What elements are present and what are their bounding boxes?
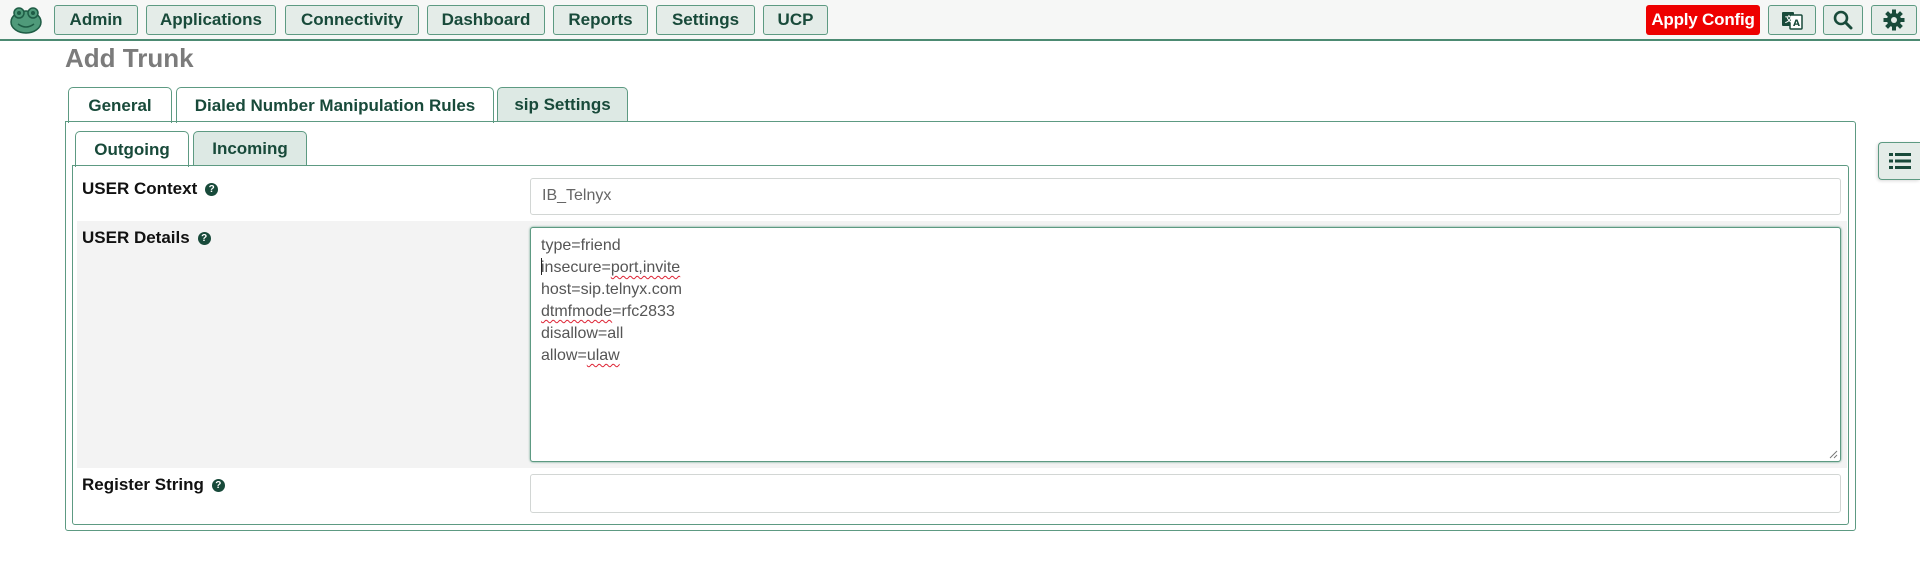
search-button[interactable] — [1823, 5, 1863, 35]
register-string-label: Register String ? — [82, 475, 225, 495]
settings-button[interactable] — [1871, 5, 1917, 35]
resize-grip-icon[interactable] — [1828, 449, 1838, 459]
user-details-textarea[interactable]: type=friend insecure=port,invite host=si… — [530, 227, 1841, 462]
tab-general[interactable]: General — [68, 87, 172, 123]
nav-ucp-button[interactable]: UCP — [763, 5, 828, 35]
side-menu-toggle-button[interactable] — [1878, 142, 1920, 180]
tab-outgoing[interactable]: Outgoing — [75, 131, 189, 167]
insecure-line-text: insecure=port,invite — [541, 259, 681, 276]
language-button[interactable]: 文 A — [1768, 5, 1816, 35]
user-details-line: type=friend — [541, 237, 621, 254]
tab-dialed-number-manipulation-rules[interactable]: Dialed Number Manipulation Rules — [176, 87, 494, 123]
list-icon — [1888, 153, 1911, 169]
user-details-line: allow=ulaw — [541, 347, 620, 364]
user-details-line: host=sip.telnyx.com — [541, 281, 682, 298]
apply-config-button[interactable]: Apply Config — [1646, 5, 1760, 35]
register-string-label-text: Register String — [82, 475, 204, 494]
nav-admin-button[interactable]: Admin — [54, 5, 138, 35]
tab-incoming[interactable]: Incoming — [193, 131, 307, 166]
user-details-label: USER Details ? — [82, 228, 211, 248]
svg-text:A: A — [1793, 19, 1800, 29]
user-context-label: USER Context ? — [82, 179, 219, 199]
top-navbar: Admin Applications Connectivity Dashboar… — [0, 0, 1920, 41]
nav-applications-button[interactable]: Applications — [146, 5, 276, 35]
nav-dashboard-button[interactable]: Dashboard — [427, 5, 545, 35]
translate-icon: 文 A — [1782, 12, 1803, 30]
help-icon[interactable]: ? — [211, 478, 225, 492]
user-details-line: disallow=all — [541, 325, 624, 342]
user-details-label-text: USER Details — [82, 228, 190, 247]
search-icon — [1833, 10, 1853, 30]
help-icon[interactable]: ? — [205, 182, 219, 196]
tab-sip-settings[interactable]: sip Settings — [497, 87, 628, 122]
help-icon[interactable]: ? — [197, 231, 211, 245]
frog-logo-icon[interactable] — [9, 6, 43, 34]
user-details-line: insecure=port,invite — [541, 257, 1830, 279]
nav-settings-button[interactable]: Settings — [656, 5, 755, 35]
nav-connectivity-button[interactable]: Connectivity — [285, 5, 419, 35]
page-title: Add Trunk — [65, 43, 194, 73]
register-string-input[interactable] — [530, 474, 1841, 513]
user-details-line: dtmfmode=rfc2833 — [541, 303, 675, 320]
nav-reports-button[interactable]: Reports — [553, 5, 648, 35]
user-context-label-text: USER Context — [82, 179, 198, 198]
gear-icon — [1883, 9, 1905, 31]
user-context-input[interactable]: IB_Telnyx — [530, 178, 1841, 215]
